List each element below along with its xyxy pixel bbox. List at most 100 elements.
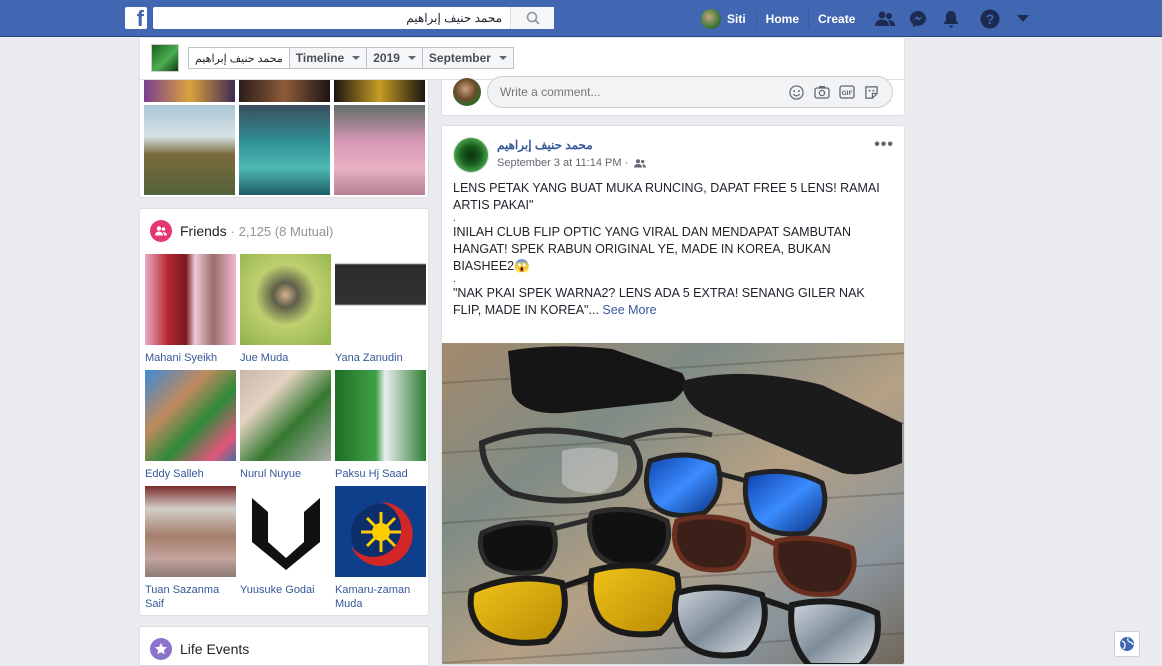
friend-tile[interactable]: Yuusuke Godai	[240, 486, 331, 597]
life-events-title: Life Events	[180, 641, 250, 657]
comment-actions: GIF	[784, 82, 892, 102]
friend-requests-icon	[874, 11, 895, 26]
friend-tile[interactable]: Mahani Syeikh	[145, 254, 236, 365]
audience-friends-icon[interactable]	[634, 158, 647, 168]
logo-icon	[350, 501, 413, 566]
globe-icon	[1120, 637, 1134, 651]
avatar[interactable]	[151, 44, 179, 72]
comment-input[interactable]	[500, 85, 784, 99]
gif-button[interactable]: GIF	[834, 82, 859, 102]
camera-icon	[813, 86, 830, 99]
avatar[interactable]	[453, 137, 489, 173]
friend-tile[interactable]: Jue Muda	[240, 254, 331, 365]
facebook-logo[interactable]: f	[125, 7, 147, 29]
tab-month[interactable]: September	[421, 47, 514, 69]
nav-right: Siti Home Create ?	[698, 0, 1039, 37]
svg-text:?: ?	[986, 11, 995, 27]
tab-timeline[interactable]: Timeline	[288, 47, 368, 69]
post-card: محمد حنيف إبراهيم September 3 at 11:14 P…	[441, 125, 905, 665]
svg-text:GIF: GIF	[841, 90, 852, 97]
friend-photo	[335, 486, 426, 577]
friend-photo	[335, 254, 426, 345]
messenger-icon	[909, 10, 926, 27]
friend-tile[interactable]: Kamaru-zaman Muda	[335, 486, 426, 611]
life-events-card: Life Events	[139, 626, 429, 666]
logo-icon	[251, 497, 320, 570]
friend-photo	[145, 370, 236, 461]
home-link[interactable]: Home	[755, 9, 808, 28]
friend-name: Paksu Hj Saad	[335, 468, 408, 480]
friend-photo	[240, 486, 331, 577]
friend-photo	[145, 486, 236, 577]
post-paragraph: LENS PETAK YANG BUAT MUKA RUNCING, DAPAT…	[453, 181, 880, 212]
more-options-icon[interactable]: •••	[874, 136, 894, 154]
messenger-button[interactable]	[901, 0, 934, 37]
tab-year[interactable]: 2019	[366, 47, 423, 69]
user-name: Siti	[727, 11, 746, 26]
photo-thumbnail[interactable]	[334, 80, 425, 102]
friend-tile[interactable]: Nurul Nuyue	[240, 370, 331, 481]
friends-count: · 2,125 (8 Mutual)	[230, 223, 334, 239]
avatar	[701, 8, 721, 29]
emoji-icon	[789, 84, 804, 100]
friend-name: Yana Zanudin	[335, 352, 403, 364]
avatar	[453, 78, 481, 106]
friend-photo	[240, 254, 331, 345]
friends-header[interactable]: Friends · 2,125 (8 Mutual)	[150, 220, 333, 242]
friend-tile[interactable]: Eddy Salleh	[145, 370, 236, 481]
tab-timeline-label: Timeline	[295, 51, 345, 65]
top-navigation-bar: f Siti Home Create ?	[0, 0, 1162, 37]
search-box	[153, 7, 554, 29]
post-meta: September 3 at 11:14 PM ·	[497, 157, 647, 169]
chevron-down-icon	[352, 56, 361, 60]
friends-icon	[150, 220, 172, 242]
friends-card: Friends · 2,125 (8 Mutual) Mahani Syeikh…	[139, 208, 429, 616]
photo-thumbnail[interactable]	[239, 80, 330, 102]
friend-tile[interactable]: Paksu Hj Saad	[335, 370, 426, 481]
photo-thumbnail[interactable]	[144, 80, 235, 102]
photo-button[interactable]	[809, 82, 834, 102]
account-menu-button[interactable]	[1006, 0, 1039, 37]
see-more-link[interactable]: See More	[602, 303, 656, 317]
language-button[interactable]	[1114, 631, 1140, 657]
timeline-nav: محمد حنيف إبراهيم Timeline 2019 Septembe…	[188, 47, 514, 69]
notifications-icon	[943, 10, 958, 27]
timeline-header: محمد حنيف إبراهيم Timeline 2019 Septembe…	[139, 38, 905, 80]
friend-photo	[240, 370, 331, 461]
friend-name: Mahani Syeikh	[145, 352, 218, 364]
help-icon: ?	[980, 9, 1000, 28]
post-image[interactable]	[442, 343, 905, 665]
post-paragraph: INILAH CLUB FLIP OPTIC YANG VIRAL DAN ME…	[453, 225, 852, 273]
account-menu-icon	[1016, 14, 1029, 22]
friend-tile[interactable]: Yana Zanudin	[335, 254, 426, 365]
chevron-down-icon	[498, 56, 507, 60]
post-timestamp[interactable]: September 3 at 11:14 PM ·	[497, 157, 628, 169]
profile-name-tab[interactable]: محمد حنيف إبراهيم	[188, 47, 290, 69]
help-button[interactable]: ?	[973, 0, 1006, 37]
post-author[interactable]: محمد حنيف إبراهيم	[497, 138, 593, 152]
friends-title: Friends	[180, 223, 227, 239]
friend-requests-button[interactable]	[868, 0, 901, 37]
photo-thumbnail[interactable]	[239, 105, 330, 195]
tab-year-label: 2019	[373, 51, 400, 65]
friend-name: Nurul Nuyue	[240, 468, 302, 480]
create-link[interactable]: Create	[808, 9, 864, 28]
post-dot: .	[453, 274, 456, 285]
profile-link[interactable]: Siti	[698, 8, 756, 29]
post-paragraph: "NAK PKAI SPEK WARNA2? LENS ADA 5 EXTRA!…	[453, 285, 893, 319]
sticker-button[interactable]	[859, 82, 884, 102]
emoji-button[interactable]	[784, 82, 809, 102]
notifications-button[interactable]	[934, 0, 967, 37]
tab-month-label: September	[428, 51, 491, 65]
photos-card	[139, 80, 429, 198]
friend-name: Jue Muda	[240, 352, 289, 364]
search-input[interactable]	[153, 7, 510, 29]
photo-thumbnail[interactable]	[334, 105, 425, 195]
friend-name: Tuan Sazanma Saif	[145, 584, 220, 610]
photo-thumbnail[interactable]	[144, 105, 235, 195]
search-button[interactable]	[510, 7, 554, 29]
friend-name: Eddy Salleh	[145, 468, 204, 480]
friend-tile[interactable]: Tuan Sazanma Saif	[145, 486, 236, 611]
friend-name: Yuusuke Godai	[240, 584, 315, 596]
friend-photo	[145, 254, 236, 345]
